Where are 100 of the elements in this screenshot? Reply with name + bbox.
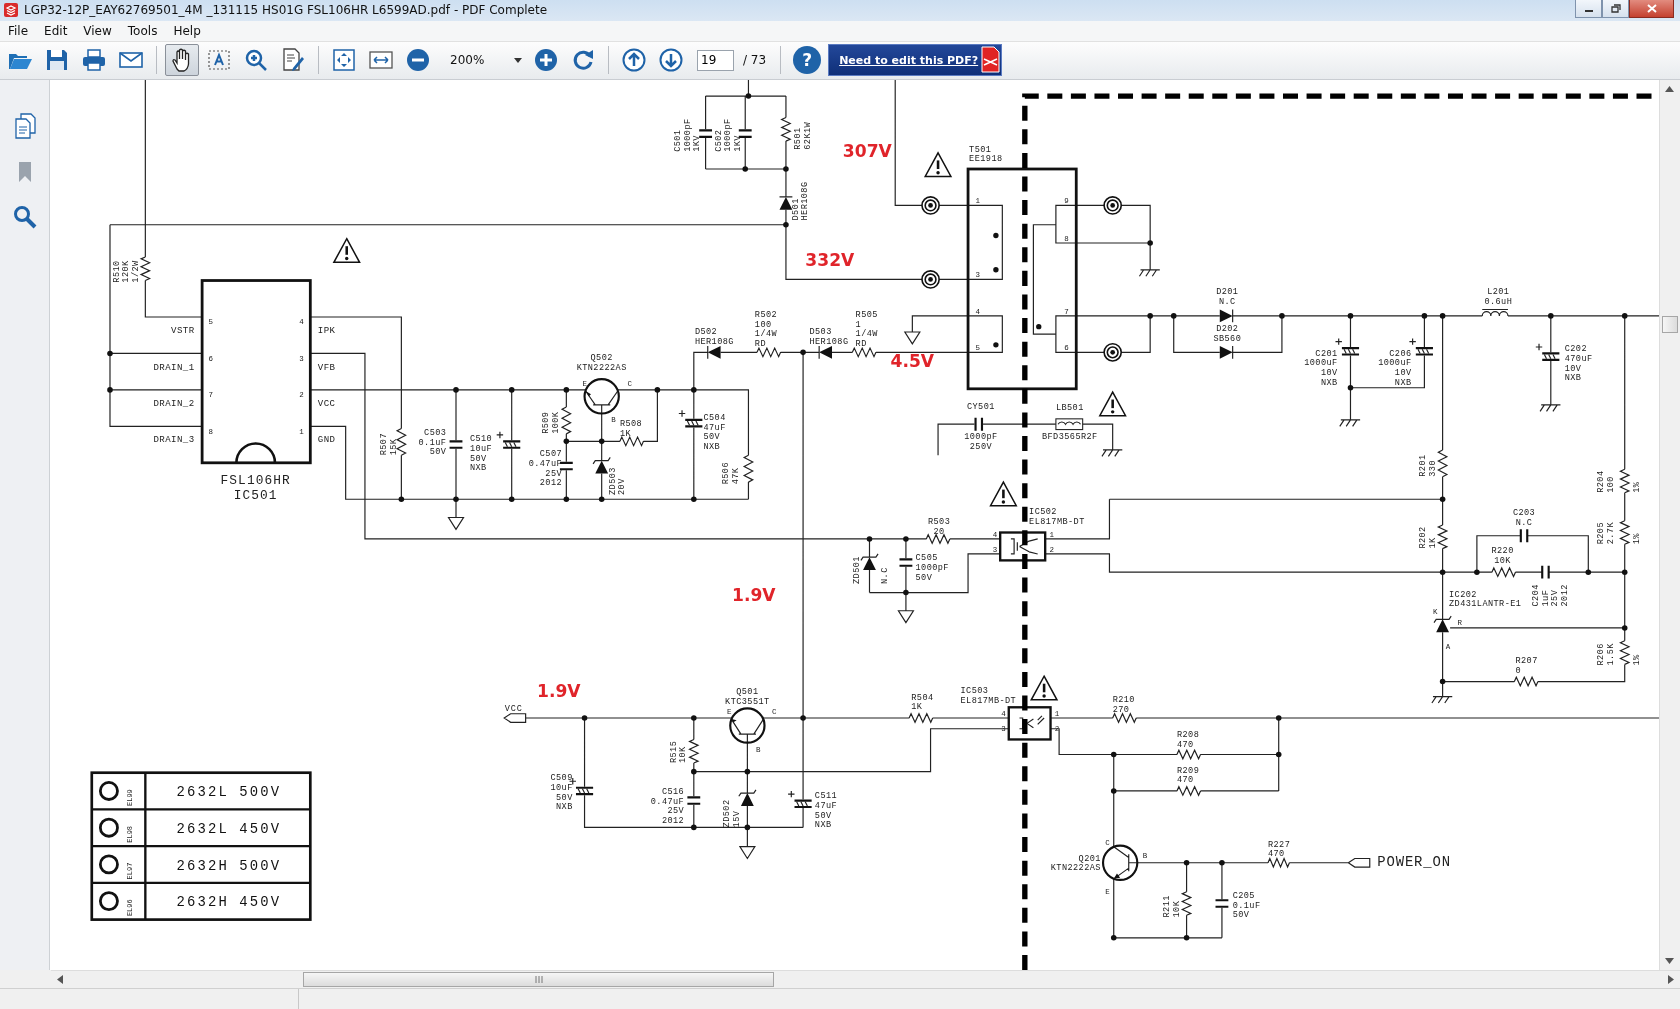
component-label: C509 10uF 50V NXB: [550, 773, 573, 813]
component-label: FSL106HR IC501: [220, 473, 291, 504]
pin-name: VSTR: [171, 325, 195, 337]
component-label: R209 470: [1176, 766, 1200, 786]
edit-pdf-banner[interactable]: Need to edit this PDF?: [828, 44, 1003, 77]
component-label: R505 1 1/4W RD: [855, 310, 878, 350]
component-label: C205 0.1uF 50V: [1232, 891, 1261, 921]
search-icon[interactable]: [12, 205, 37, 230]
component-label: R504 1K: [911, 693, 934, 713]
voltage-reading: 332V: [805, 249, 855, 270]
pin-name: DRAIN_2: [153, 398, 195, 410]
zoom-dropdown[interactable]: 200%: [438, 50, 526, 71]
component-label: R207 0: [1515, 656, 1538, 677]
minus-circle-icon: [405, 47, 431, 74]
menu-item[interactable]: View: [75, 23, 120, 38]
plus-circle-icon: [533, 47, 559, 74]
document-icon: [979, 45, 1002, 76]
caret-icon: [514, 58, 522, 63]
scroll-thumb[interactable]: [1661, 316, 1678, 334]
menu-item[interactable]: Tools: [119, 23, 166, 38]
component-label: ZD503 20V: [607, 467, 628, 496]
component-label: R201 330: [1418, 454, 1439, 478]
component-label: R208 470: [1176, 730, 1200, 751]
component-label: R204 100 1%: [1596, 470, 1642, 494]
component-label: R227 470: [1268, 840, 1291, 860]
up-arrow-icon: [1665, 86, 1674, 93]
component-label: C501 1000pF 1KV: [672, 118, 703, 153]
component-label: C505 1000pF 50V: [915, 553, 949, 583]
component-label: C511 47uF 50V NXB: [814, 791, 838, 831]
terminal-icon: [98, 781, 119, 802]
warning-icon: [1098, 390, 1127, 417]
pin-name: VFB: [317, 361, 336, 373]
component-label: R502 100 1/4W RD: [754, 310, 778, 350]
component-label: R206 1.5K 1%: [1596, 643, 1642, 666]
component-label: C510 10uF 50V NXB: [469, 434, 493, 474]
terminal-icon: [98, 891, 119, 912]
grip-icon: [534, 976, 543, 984]
component-label: L201 0.6uH: [1484, 287, 1513, 308]
restore-icon: [1610, 4, 1621, 13]
voltage-reading: 1.9V: [537, 680, 581, 701]
net-label: VCC: [504, 703, 523, 714]
component-label: R211 10K: [1162, 895, 1183, 918]
close-button[interactable]: [1629, 0, 1674, 18]
component-label: R205 2.7K 1%: [1596, 522, 1642, 545]
component-label: R220 10K: [1491, 546, 1514, 566]
page-count: / 73: [743, 53, 767, 68]
vertical-scrollbar[interactable]: [1659, 80, 1679, 971]
component-label: LB501 BFD3565R2F: [1042, 403, 1098, 443]
component-label: R506 47K: [721, 462, 741, 485]
warning-icon: [923, 151, 953, 178]
component-label: R510 120K 1/2W: [111, 260, 141, 283]
help-button[interactable]: ?: [793, 46, 822, 75]
printer-icon: [81, 47, 107, 74]
component-label: D501 HER108G: [790, 181, 811, 221]
menu-item[interactable]: File: [0, 23, 37, 38]
component-label: C203 N.C: [1512, 508, 1536, 529]
component-label: R507 15K: [379, 433, 399, 456]
component-label: C502 1000pF 1KV: [713, 118, 743, 153]
legend-text: 2632L 500V: [176, 784, 282, 801]
warning-icon: [1030, 674, 1059, 701]
component-label: R501 62K1W: [792, 122, 813, 151]
net-label: POWER_ON: [1377, 854, 1451, 871]
pin-name: VCC: [317, 398, 336, 410]
voltage-reading: 4.5V: [890, 351, 935, 372]
component-label: Q502 KTN2222AS: [576, 353, 627, 373]
warning-icon: [332, 237, 361, 264]
component-label: D201 N.C: [1216, 287, 1239, 308]
menu-item[interactable]: Help: [165, 23, 209, 38]
component-label: IC502 EL817MB-DT: [1029, 507, 1085, 528]
component-label: Q501 KTC3551T: [725, 687, 770, 708]
component-label: Q201 KTN2222AS: [1050, 853, 1101, 874]
minimize-button[interactable]: [1575, 0, 1602, 18]
component-label: T501 EE1918: [969, 145, 1003, 165]
component-label: C204 1uF 25V 2012: [1530, 584, 1570, 607]
component-label: IC503 EL817MB-DT: [960, 686, 1017, 707]
component-label: C503 0.1uF 50V: [418, 428, 447, 458]
component-label: ZD502 15V: [722, 799, 742, 828]
pin-name: DRAIN_1: [153, 361, 195, 373]
voltage-reading: 307V: [842, 141, 892, 162]
down-arrow-icon: [1665, 958, 1674, 965]
hand-button[interactable]: [165, 44, 199, 77]
warning-icon: [989, 480, 1018, 507]
horizontal-scrollbar[interactable]: [51, 970, 1680, 989]
scroll-thumb[interactable]: [303, 972, 774, 988]
pages-icon[interactable]: [13, 113, 36, 140]
component-label: IC202 ZD431LANTR-E1: [1449, 590, 1522, 610]
component-label: ZD501 N.C: [851, 556, 890, 585]
component-label: C507 0.47uF 25V 2012: [528, 449, 563, 489]
maximize-button[interactable]: [1602, 0, 1629, 18]
pin-name: IPK: [317, 325, 336, 337]
legend-text: 2632H 500V: [176, 858, 282, 875]
component-label: R503 20: [928, 517, 951, 537]
left-arrow-icon: [57, 975, 63, 985]
fit-page-icon: [331, 47, 357, 74]
page-number-field[interactable]: 19: [697, 50, 734, 71]
pin-name: DRAIN_3: [153, 434, 195, 446]
close-icon: [1646, 4, 1657, 13]
page-pencil-icon: [280, 47, 306, 74]
menu-item[interactable]: Edit: [36, 23, 76, 38]
legend-text: 2632L 450V: [176, 821, 282, 838]
